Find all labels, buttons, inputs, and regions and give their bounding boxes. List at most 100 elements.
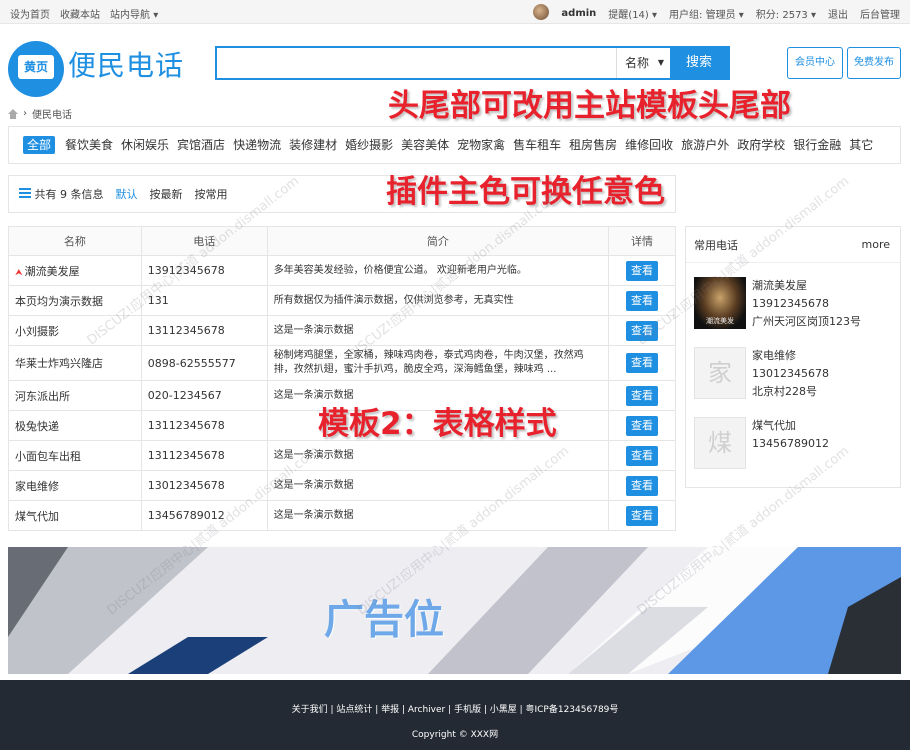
placeholder-thumbnail[interactable]: 煤 (694, 417, 746, 469)
side-item-phone: 13456789012 (752, 437, 829, 450)
row-name[interactable]: 家电维修 (8, 470, 142, 501)
category-item[interactable]: 宾馆酒店 (173, 136, 229, 154)
footer: 关于我们 | 站点统计 | 举报 | Archiver | 手机版 | 小黑屋 … (0, 680, 910, 750)
row-phone: 131 (140, 285, 268, 316)
row-name[interactable]: ⮝ 潮流美发屋 (8, 255, 142, 286)
row-detail: 查看 (608, 440, 676, 471)
ad-text: 广告位 (324, 597, 444, 643)
reminder-link[interactable]: 提醒(14) ▾ (608, 6, 657, 21)
footer-copyright: Copyright © XXX网 (411, 730, 499, 740)
category-item[interactable]: 宠物家禽 (453, 136, 509, 154)
color-note: 插件主色可换任意色 (386, 174, 665, 210)
category-item[interactable]: 银行金融 (789, 136, 845, 154)
bookmark-link[interactable]: 收藏本站 (60, 6, 100, 21)
points-link[interactable]: 积分: 2573 ▾ (756, 6, 816, 21)
search-input[interactable] (223, 52, 603, 74)
row-name[interactable]: 本页均为演示数据 (8, 285, 142, 316)
side-item-name[interactable]: 煤气代加 (752, 417, 829, 435)
category-item[interactable]: 旅游户外 (677, 136, 733, 154)
category-item[interactable]: 其它 (845, 136, 877, 154)
thumbnail-image[interactable]: 潮流美发 (694, 277, 746, 329)
home-icon[interactable] (8, 108, 18, 119)
category-item[interactable]: 装修建材 (285, 136, 341, 154)
logo-badge: 黄页 (18, 55, 54, 79)
row-name[interactable]: 小刘摄影 (8, 315, 142, 346)
view-button[interactable]: 查看 (626, 260, 659, 281)
row-detail: 查看 (608, 345, 676, 381)
sort-common[interactable]: 按常用 (195, 186, 228, 202)
logo[interactable]: 黄页 (8, 41, 64, 97)
sort-latest[interactable]: 按最新 (150, 186, 183, 202)
row-name[interactable]: 极兔快递 (8, 410, 142, 441)
row-detail: 查看 (608, 470, 676, 501)
view-button[interactable]: 查看 (626, 475, 659, 496)
view-button[interactable]: 查看 (626, 320, 659, 341)
user-group-label: 用户组: 管理员 (669, 10, 736, 21)
side-item-address: 北京村228号 (752, 385, 817, 398)
site-nav-link[interactable]: 站内导航 ▾ (110, 6, 158, 21)
category-item[interactable]: 政府学校 (733, 136, 789, 154)
view-button[interactable]: 查看 (626, 505, 659, 526)
sort-default[interactable]: 默认 (116, 186, 138, 202)
view-button[interactable]: 查看 (626, 353, 659, 373)
logout-link[interactable]: 退出 (828, 6, 848, 21)
logo-text[interactable]: 便民电话 (68, 44, 184, 84)
breadcrumb: › 便民电话 (8, 106, 72, 121)
category-item[interactable]: 租房售房 (565, 136, 621, 154)
row-name[interactable]: 煤气代加 (8, 500, 142, 531)
category-item[interactable]: 售车租车 (509, 136, 565, 154)
category-item[interactable]: 快递物流 (229, 136, 285, 154)
row-name[interactable]: 小面包车出租 (8, 440, 142, 471)
table-row: 小刘摄影 13112345678 这是一条演示数据 查看 (8, 315, 676, 346)
side-item-name[interactable]: 潮流美发屋 (752, 277, 861, 295)
category-item[interactable]: 维修回收 (621, 136, 677, 154)
ad-banner[interactable]: 广告位 (8, 547, 901, 674)
category-item[interactable]: 美容美体 (397, 136, 453, 154)
view-button[interactable]: 查看 (626, 385, 659, 406)
more-link[interactable]: more (862, 238, 891, 251)
row-name[interactable]: 华莱士炸鸡兴隆店 (8, 345, 142, 381)
admin-link[interactable]: 后台管理 (860, 6, 900, 21)
row-phone: 13112345678 (140, 410, 268, 441)
placeholder-thumbnail[interactable]: 家 (694, 347, 746, 399)
row-detail: 查看 (608, 255, 676, 286)
row-desc: 这是一条演示数据 (266, 440, 610, 471)
top-left-links: 设为首页 收藏本站 站内导航 ▾ (10, 6, 158, 21)
free-publish-button[interactable]: 免费发布 (847, 47, 901, 79)
breadcrumb-current[interactable]: 便民电话 (32, 106, 72, 121)
row-name[interactable]: 河东派出所 (8, 380, 142, 411)
category-bar: 全部 餐饮美食 休闲娱乐 宾馆酒店 快递物流 装修建材 婚纱摄影 美容美体 宠物… (8, 126, 901, 164)
side-item-name[interactable]: 家电维修 (752, 347, 829, 365)
side-item-text: 家电维修 13012345678 北京村228号 (752, 347, 829, 401)
search-box: 名称 ▼ 搜索 (215, 46, 730, 80)
view-button[interactable]: 查看 (626, 445, 659, 466)
username-link[interactable]: admin (561, 8, 596, 19)
top-right-links: admin 提醒(14) ▾ 用户组: 管理员 ▾ 积分: 2573 ▾ 退出 … (533, 4, 900, 21)
view-button[interactable]: 查看 (626, 290, 659, 311)
footer-links[interactable]: 关于我们 | 站点统计 | 举报 | Archiver | 手机版 | 小黑屋 … (0, 680, 910, 715)
avatar[interactable] (533, 4, 550, 20)
category-item[interactable]: 餐饮美食 (61, 136, 117, 154)
phone-table: 名称 电话 简介 详情 ⮝ 潮流美发屋 13912345678 多年美容美发经验，… (8, 226, 676, 531)
search-type-select[interactable]: 名称 ▼ (616, 48, 670, 78)
category-all[interactable]: 全部 (23, 136, 56, 154)
category-item[interactable]: 婚纱摄影 (341, 136, 397, 154)
side-item-text: 煤气代加 13456789012 (752, 417, 829, 453)
row-desc: 所有数据仅为插件演示数据，仅供浏览参考，无真实性 (266, 285, 610, 316)
row-desc: 多年美容美发经验，价格便宜公道。 欢迎新老用户光临。 (266, 255, 610, 286)
row-detail: 查看 (608, 380, 676, 411)
view-button[interactable]: 查看 (626, 415, 659, 436)
site-nav-label: 站内导航 (110, 10, 150, 21)
row-desc: 这是一条演示数据 (266, 500, 610, 531)
list-icon (19, 188, 31, 198)
search-button[interactable]: 搜索 (670, 48, 728, 78)
row-detail: 查看 (608, 410, 676, 441)
user-group-link[interactable]: 用户组: 管理员 ▾ (669, 6, 744, 21)
table-row: 小面包车出租 13112345678 这是一条演示数据 查看 (8, 440, 676, 471)
member-center-button[interactable]: 会员中心 (787, 47, 843, 79)
row-phone: 13112345678 (140, 315, 268, 346)
table-row: 华莱士炸鸡兴隆店 0898-62555577 秘制烤鸡腿堡，全家桶，辣味鸡肉卷，… (8, 345, 676, 381)
chevron-down-icon: ▾ (153, 10, 159, 21)
category-item[interactable]: 休闲娱乐 (117, 136, 173, 154)
set-homepage-link[interactable]: 设为首页 (10, 6, 50, 21)
